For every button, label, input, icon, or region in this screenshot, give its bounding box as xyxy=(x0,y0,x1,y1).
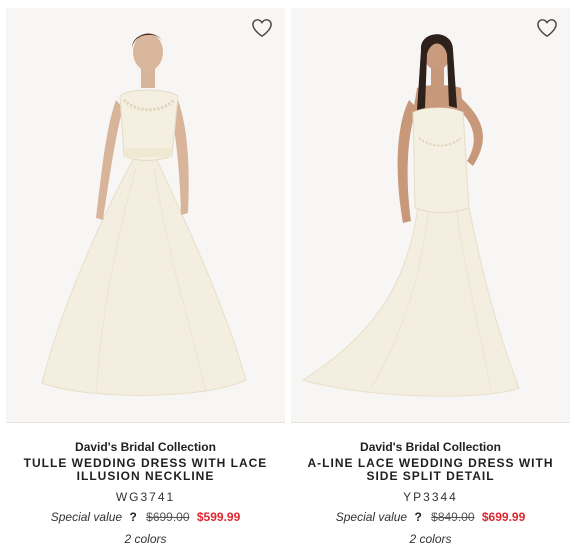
dress-photo-illustration xyxy=(291,8,570,422)
favorite-heart-icon[interactable] xyxy=(536,18,558,38)
color-options-link[interactable]: 2 colors xyxy=(291,532,570,546)
product-card[interactable]: David's Bridal Collection A-Line Lace We… xyxy=(291,8,570,546)
product-info: David's Bridal Collection Tulle Wedding … xyxy=(6,423,285,546)
price-help-button[interactable]: ? xyxy=(414,509,421,525)
product-image[interactable] xyxy=(291,8,570,423)
product-card[interactable]: David's Bridal Collection Tulle Wedding … xyxy=(6,8,285,546)
color-options-link[interactable]: 2 colors xyxy=(6,532,285,546)
product-sku: WG3741 xyxy=(115,490,176,504)
original-price: $849.00 xyxy=(431,510,475,524)
product-sku: YP3344 xyxy=(403,490,458,504)
product-brand[interactable]: David's Bridal Collection xyxy=(291,439,570,455)
price-row: Special value ? $849.00 $699.99 xyxy=(291,509,570,525)
price-row: Special value ? $699.00 $599.99 xyxy=(6,509,285,525)
product-brand[interactable]: David's Bridal Collection xyxy=(6,439,285,455)
special-value-label: Special value xyxy=(50,510,123,524)
product-title[interactable]: A-Line Lace Wedding Dress with Side Spli… xyxy=(291,457,570,483)
price-help-button[interactable]: ? xyxy=(129,509,136,525)
product-info: David's Bridal Collection A-Line Lace We… xyxy=(291,423,570,546)
heart-icon xyxy=(252,19,272,38)
sale-price: $599.99 xyxy=(196,510,241,524)
favorite-heart-icon[interactable] xyxy=(251,18,273,38)
product-image[interactable] xyxy=(6,8,285,423)
original-price: $699.00 xyxy=(146,510,190,524)
special-value-label: Special value xyxy=(335,510,408,524)
heart-icon xyxy=(537,19,557,38)
dress-photo-illustration xyxy=(6,8,285,422)
sale-price: $699.99 xyxy=(481,510,526,524)
product-title[interactable]: Tulle Wedding Dress with Lace Illusion N… xyxy=(6,457,285,483)
product-grid: David's Bridal Collection Tulle Wedding … xyxy=(0,0,575,546)
